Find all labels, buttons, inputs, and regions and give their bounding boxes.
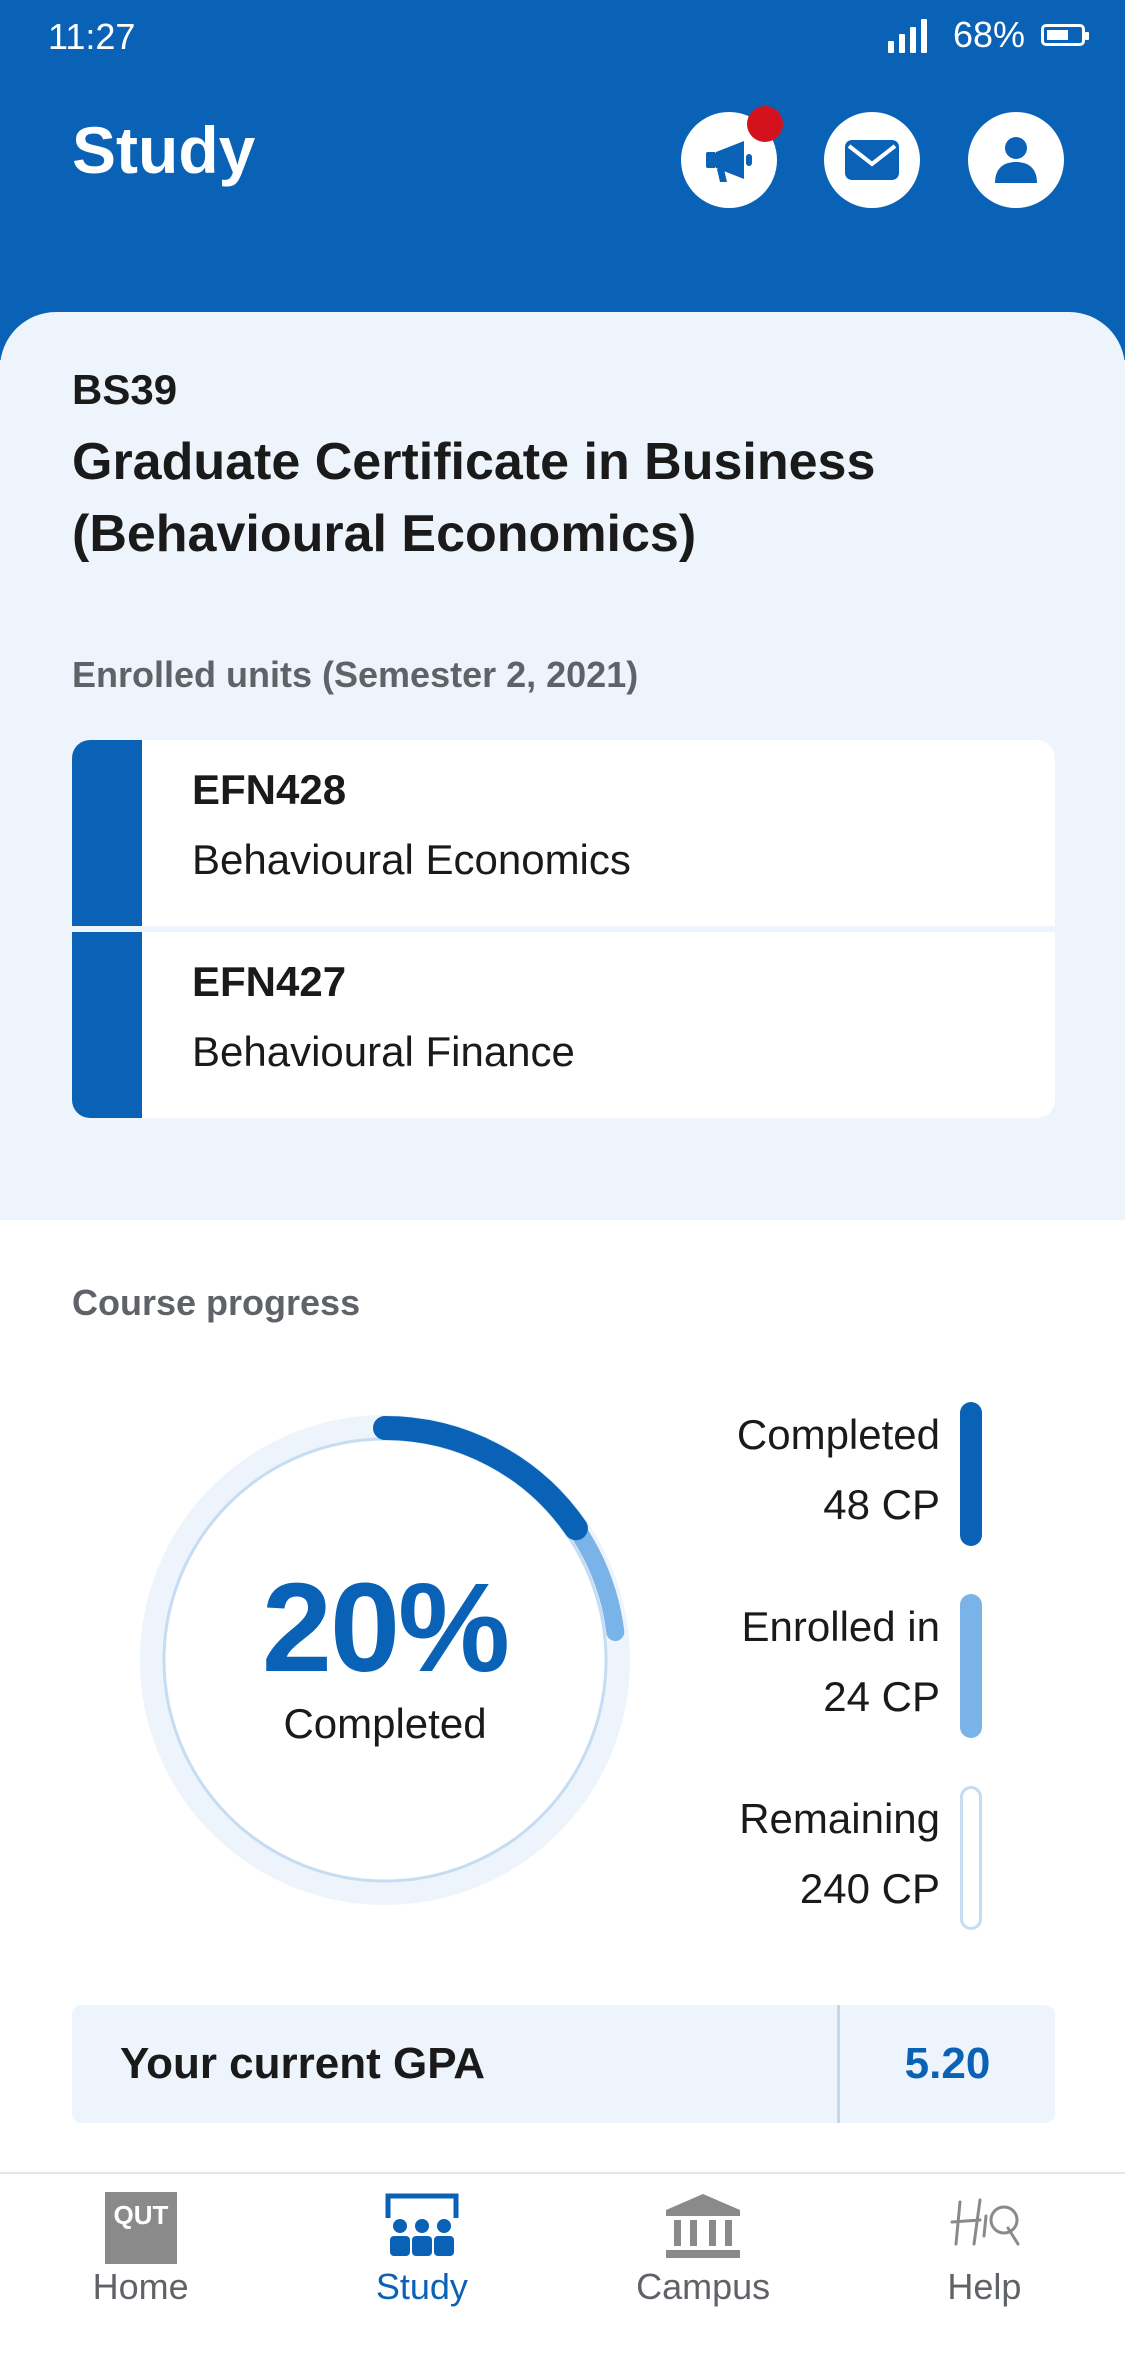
status-time: 11:27: [48, 16, 136, 57]
legend-value: 24 CP: [823, 1673, 940, 1720]
unit-color-bar: [72, 740, 142, 926]
hiq-icon: [950, 2198, 1020, 2246]
bottom-navigation: QUT Home Study Campus Help: [0, 2172, 1125, 2366]
legend-enrolled: Enrolled in 24 CP: [742, 1592, 940, 1732]
course-name: Graduate Certificate in Business (Behavi…: [72, 433, 876, 563]
unit-title: Behavioural Finance: [192, 1028, 575, 1075]
progress-percent: 20%: [261, 1557, 510, 1698]
unit-title: Behavioural Economics: [192, 836, 631, 883]
legend-value: 240 CP: [799, 1865, 940, 1912]
status-indicators: 68%: [887, 14, 1089, 56]
progress-percent-label: Completed: [283, 1700, 487, 1747]
legend-completed: Completed 48 CP: [737, 1400, 940, 1540]
course-progress-heading: Course progress: [72, 1282, 361, 1323]
campus-icon: [666, 2194, 741, 2258]
legend-remaining: Remaining 240 CP: [739, 1784, 940, 1924]
mail-icon: [845, 140, 899, 180]
battery-percent: 68%: [952, 14, 1025, 55]
study-icon: [385, 2193, 459, 2256]
app-header: 11:27 68% Study: [0, 0, 1125, 360]
qut-logo-icon: QUT: [104, 2192, 177, 2264]
legend-bar-enrolled: [960, 1594, 982, 1738]
unit-item[interactable]: EFN427 Behavioural Finance: [72, 926, 1055, 1118]
legend-label: Remaining: [739, 1795, 940, 1842]
nav-campus[interactable]: Campus: [563, 2174, 844, 2366]
nav-label: Home: [92, 2266, 189, 2307]
notification-dot: [747, 106, 783, 142]
svg-text:QUT: QUT: [113, 2200, 168, 2230]
unit-item[interactable]: EFN428 Behavioural Economics: [72, 740, 1055, 926]
nav-help[interactable]: Help: [844, 2174, 1125, 2366]
unit-color-bar: [72, 932, 142, 1118]
profile-icon: [995, 137, 1037, 183]
battery-icon: [1041, 24, 1089, 46]
page-title: Study: [72, 113, 256, 187]
signal-icon: [887, 17, 927, 53]
announcements-button[interactable]: [681, 106, 783, 208]
megaphone-icon: [706, 141, 752, 182]
legend-value: 48 CP: [823, 1481, 940, 1528]
enrolled-units-list: EFN428 Behavioural Economics EFN427 Beha…: [72, 740, 1055, 1118]
nav-label: Study: [375, 2266, 468, 2307]
nav-study[interactable]: Study: [281, 2174, 562, 2366]
legend-label: Completed: [736, 1411, 940, 1458]
gpa-label: Your current GPA: [120, 2039, 486, 2088]
gpa-value: 5.20: [904, 2039, 991, 2088]
legend-bar-remaining: [960, 1786, 982, 1930]
messages-button[interactable]: [824, 112, 920, 208]
gpa-panel: Your current GPA 5.20: [72, 2005, 1055, 2123]
unit-code: EFN428: [192, 766, 347, 813]
legend-label: Enrolled in: [741, 1603, 940, 1650]
nav-label: Campus: [636, 2266, 771, 2307]
nav-label: Help: [947, 2266, 1022, 2307]
nav-home[interactable]: QUT Home: [0, 2174, 281, 2366]
unit-code: EFN427: [192, 958, 347, 1005]
profile-button[interactable]: [968, 112, 1064, 208]
course-card: BS39 Graduate Certificate in Business (B…: [0, 312, 1125, 1220]
legend-bar-completed: [960, 1402, 982, 1546]
enrolled-units-heading: Enrolled units (Semester 2, 2021): [72, 654, 639, 695]
course-code: BS39: [72, 366, 178, 413]
